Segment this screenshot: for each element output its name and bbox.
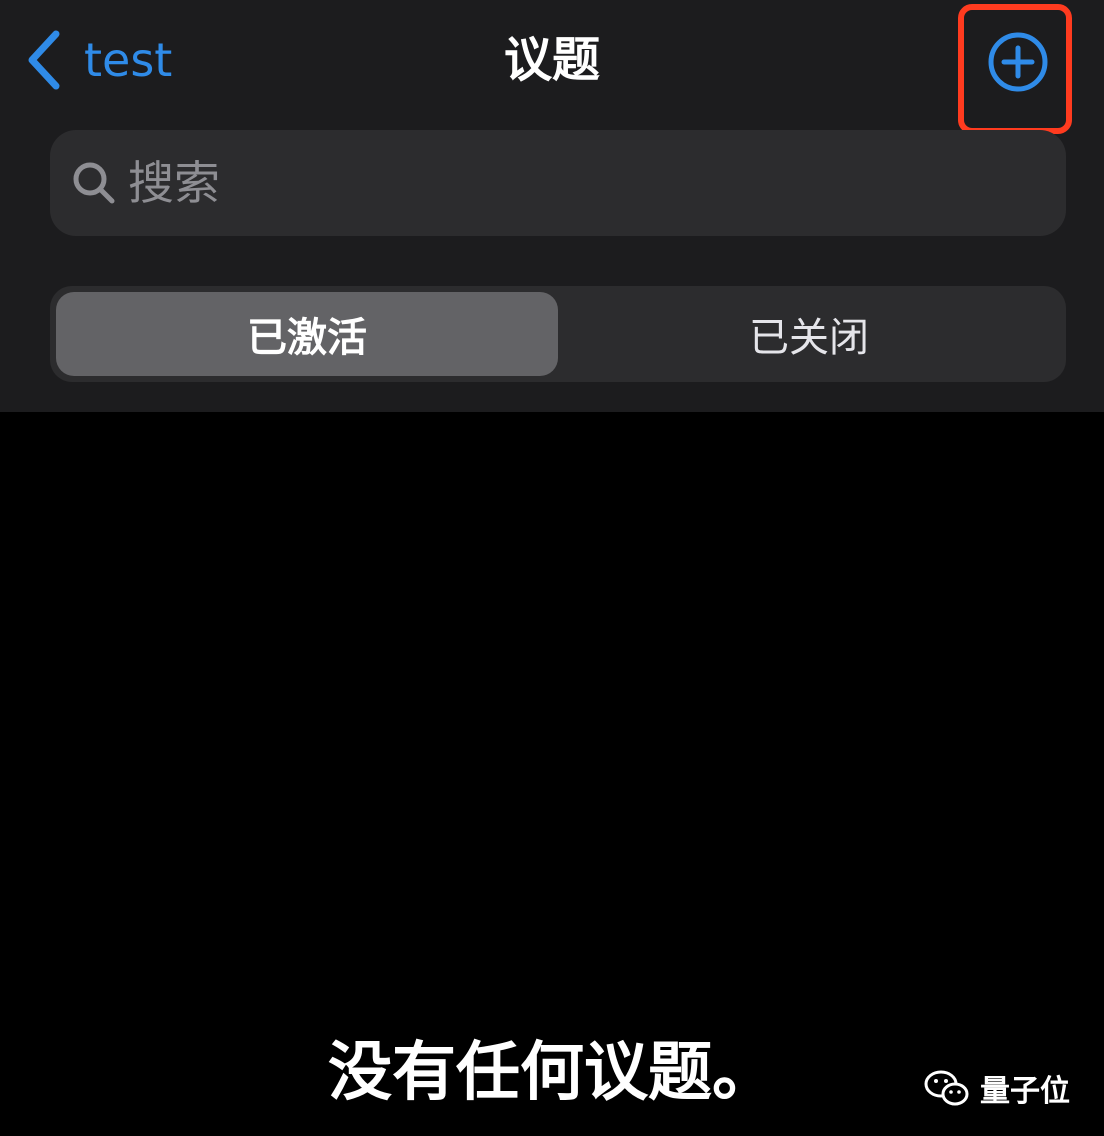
segment-closed[interactable]: 已关闭 bbox=[558, 292, 1060, 376]
add-issue-button[interactable] bbox=[986, 30, 1050, 94]
chevron-left-icon bbox=[28, 30, 60, 90]
issues-screen: test 议题 已激活 已关闭 没有任何议题。 bbox=[0, 0, 1104, 1136]
watermark-text: 量子位 bbox=[980, 1074, 1070, 1109]
search-icon bbox=[73, 162, 115, 204]
status-segmented-control: 已激活 已关闭 bbox=[50, 286, 1066, 382]
navigation-header: test 议题 已激活 已关闭 bbox=[0, 0, 1104, 412]
watermark: 量子位 bbox=[924, 1062, 1070, 1114]
wechat-icon bbox=[924, 1070, 969, 1106]
plus-circle-icon bbox=[988, 32, 1048, 92]
page-title: 议题 bbox=[503, 32, 600, 88]
back-button[interactable]: test bbox=[24, 28, 172, 92]
segment-active[interactable]: 已激活 bbox=[56, 292, 558, 376]
search-input[interactable] bbox=[128, 143, 1066, 223]
back-button-label: test bbox=[84, 33, 173, 87]
search-bar[interactable] bbox=[50, 130, 1066, 236]
